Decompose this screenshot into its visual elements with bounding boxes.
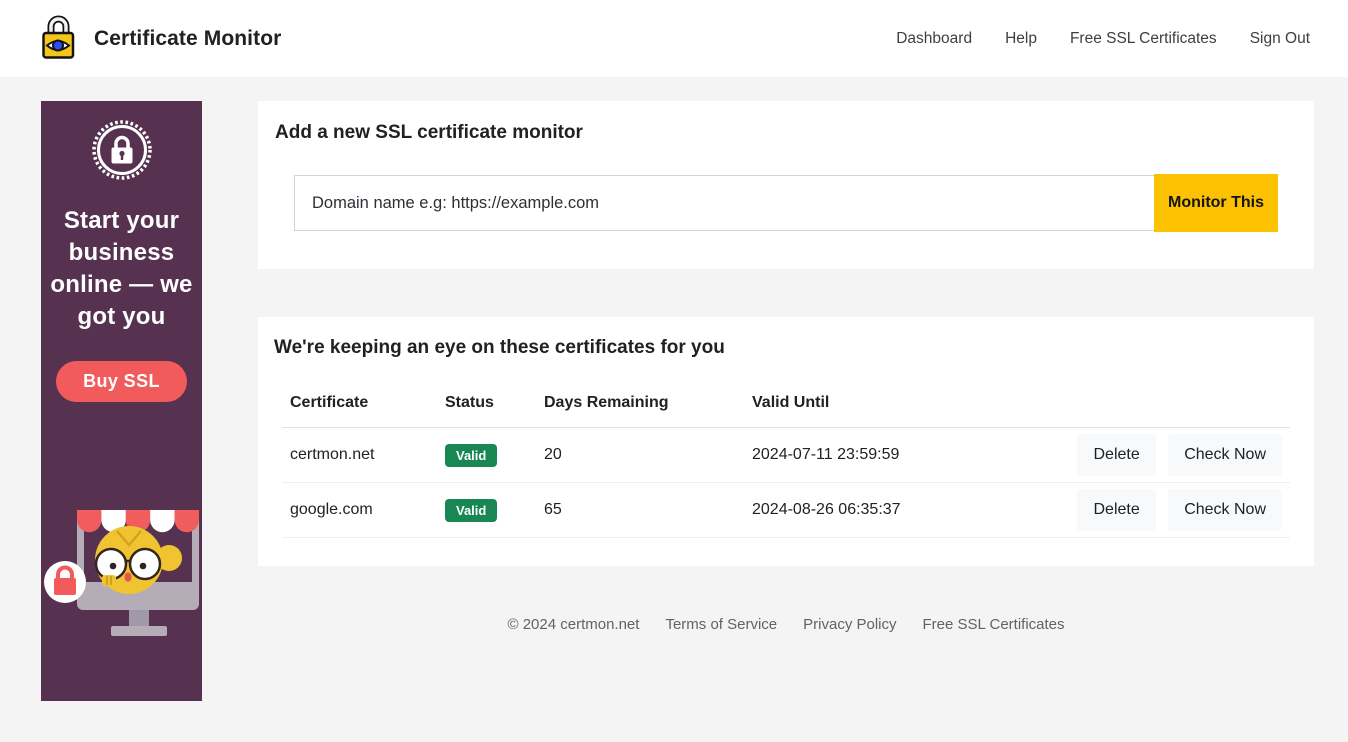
certificate-domain: certmon.net xyxy=(282,428,437,483)
top-nav: Dashboard Help Free SSL Certificates Sig… xyxy=(896,30,1310,48)
buy-ssl-button[interactable]: Buy SSL xyxy=(56,361,187,402)
delete-button[interactable]: Delete xyxy=(1077,489,1155,531)
days-remaining-value: 20 xyxy=(536,428,744,483)
app-title: Certificate Monitor xyxy=(94,27,281,51)
copyright-text: © 2024 certmon.net xyxy=(507,616,639,633)
seal-padlock-icon xyxy=(92,118,152,187)
footer-link-free-ssl-certificates[interactable]: Free SSL Certificates xyxy=(923,616,1065,633)
column-header-actions xyxy=(1061,382,1290,428)
ad-headline: Start your business online — we got you xyxy=(49,205,195,333)
page-footer: © 2024 certmon.net Terms of Service Priv… xyxy=(258,616,1314,633)
table-row: google.com Valid 65 2024-08-26 06:35:37 … xyxy=(282,483,1290,538)
days-remaining-value: 65 xyxy=(536,483,744,538)
nav-link-free-ssl-certificates[interactable]: Free SSL Certificates xyxy=(1070,30,1217,48)
monitor-this-button[interactable]: Monitor This xyxy=(1154,174,1278,232)
footer-link-privacy-policy[interactable]: Privacy Policy xyxy=(803,616,896,633)
column-header-valid-until: Valid Until xyxy=(744,382,1061,428)
status-badge: Valid xyxy=(445,444,497,467)
top-bar: Certificate Monitor Dashboard Help Free … xyxy=(0,0,1348,77)
check-now-button[interactable]: Check Now xyxy=(1168,434,1282,476)
add-monitor-title: Add a new SSL certificate monitor xyxy=(274,122,1298,144)
delete-button[interactable]: Delete xyxy=(1077,434,1155,476)
nav-link-sign-out[interactable]: Sign Out xyxy=(1250,30,1310,48)
main-content: Add a new SSL certificate monitor Monito… xyxy=(258,101,1314,633)
certificates-table: Certificate Status Days Remaining Valid … xyxy=(282,382,1290,538)
valid-until-value: 2024-08-26 06:35:37 xyxy=(744,483,1061,538)
column-header-certificate: Certificate xyxy=(282,382,437,428)
add-monitor-card: Add a new SSL certificate monitor Monito… xyxy=(258,101,1314,269)
column-header-status: Status xyxy=(437,382,536,428)
footer-link-terms-of-service[interactable]: Terms of Service xyxy=(665,616,777,633)
monitored-certificates-card: We're keeping an eye on these certificat… xyxy=(258,317,1314,566)
sidebar-ad-banner[interactable]: Start your business online — we got you … xyxy=(41,101,202,701)
column-header-days-remaining: Days Remaining xyxy=(536,382,744,428)
padlock-eye-logo-icon xyxy=(38,12,78,65)
certificate-domain: google.com xyxy=(282,483,437,538)
status-badge: Valid xyxy=(445,499,497,522)
brand: Certificate Monitor xyxy=(38,12,281,65)
table-header-row: Certificate Status Days Remaining Valid … xyxy=(282,382,1290,428)
add-monitor-form: Monitor This xyxy=(294,175,1278,232)
monitored-certificates-title: We're keeping an eye on these certificat… xyxy=(274,337,1298,359)
nav-link-help[interactable]: Help xyxy=(1005,30,1037,48)
check-now-button[interactable]: Check Now xyxy=(1168,489,1282,531)
nav-link-dashboard[interactable]: Dashboard xyxy=(896,30,972,48)
domain-name-input[interactable] xyxy=(294,175,1154,231)
shopkeeper-monitor-illustration xyxy=(41,500,202,653)
valid-until-value: 2024-07-11 23:59:59 xyxy=(744,428,1061,483)
table-row: certmon.net Valid 20 2024-07-11 23:59:59… xyxy=(282,428,1290,483)
